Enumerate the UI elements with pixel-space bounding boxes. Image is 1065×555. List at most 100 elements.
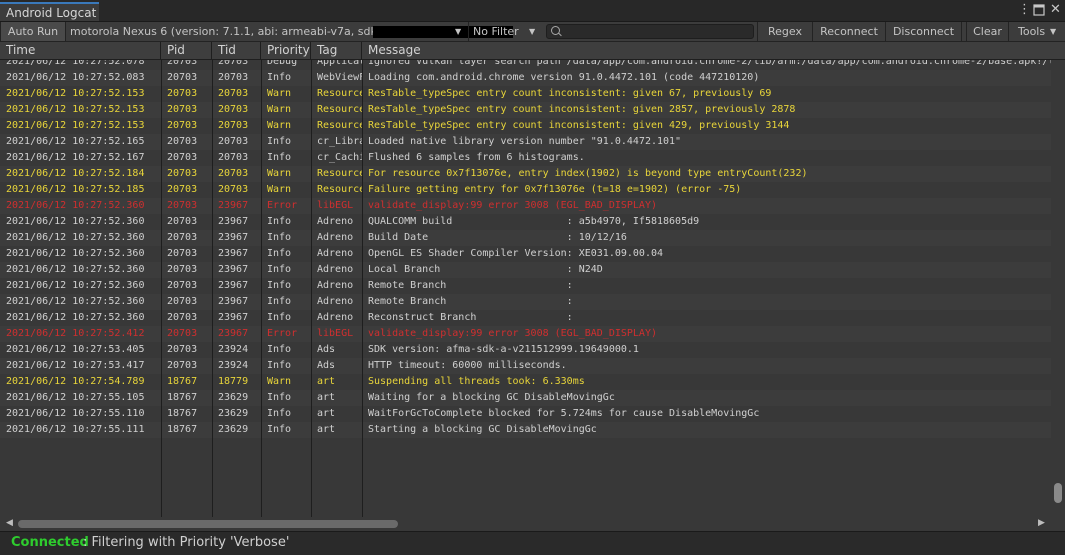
- log-row[interactable]: 2021/06/12 10:27:52.153 20703 20703 Warn Res…: [0, 86, 1051, 102]
- tools-dropdown[interactable]: Tools ▼: [1009, 22, 1065, 41]
- log-row[interactable]: 2021/06/12 10:27:53.417 20703 23924 Info Ads…: [0, 358, 1051, 374]
- log-row[interactable]: 2021/06/12 10:27:52.165 20703 20703 Info cr_…: [0, 134, 1051, 150]
- message-cell: HTTP timeout: 60000 milliseconds.: [368, 360, 567, 371]
- log-row[interactable]: 2021/06/12 10:27:52.360 20703 23967 Info Adr…: [0, 278, 1051, 294]
- log-row[interactable]: 2021/06/12 10:27:53.405 20703 23924 Info Ads…: [0, 342, 1051, 358]
- regex-button[interactable]: Regex: [757, 22, 813, 41]
- column-header-message[interactable]: Message: [362, 42, 1065, 59]
- message-cell: Build Date : 10/12/16: [368, 232, 627, 243]
- tid-cell: 23629: [218, 392, 249, 403]
- pid-cell: 20703: [167, 200, 198, 211]
- scroll-left-arrow-icon[interactable]: ◀: [6, 518, 13, 528]
- priority-cell: Warn: [267, 376, 292, 387]
- log-row[interactable]: 2021/06/12 10:27:55.105 18767 23629 Info art…: [0, 390, 1051, 406]
- priority-cell: Info: [267, 392, 292, 403]
- time-cell: 2021/06/12 10:27:53.417: [6, 360, 145, 371]
- log-row[interactable]: 2021/06/12 10:27:52.184 20703 20703 Warn Res…: [0, 166, 1051, 182]
- log-row[interactable]: 2021/06/12 10:27:52.360 20703 23967 Error li…: [0, 198, 1051, 214]
- scroll-right-arrow-icon[interactable]: ▶: [1038, 518, 1045, 528]
- log-row[interactable]: 2021/06/12 10:27:55.111 18767 23629 Info art…: [0, 422, 1051, 438]
- close-icon[interactable]: ✕: [1050, 2, 1061, 18]
- pid-cell: 20703: [167, 120, 198, 131]
- status-bar: Connected : Filtering with Priority 'Ver…: [0, 531, 1065, 555]
- column-header-time[interactable]: Time: [0, 42, 161, 59]
- horizontal-scrollbar[interactable]: ◀ ▶: [0, 517, 1051, 531]
- message-cell: Ignored Vulkan layer search path /data/a…: [368, 60, 1051, 67]
- log-row[interactable]: 2021/06/12 10:27:52.153 20703 20703 Warn Res…: [0, 118, 1051, 134]
- priority-cell: Info: [267, 136, 292, 147]
- tag-cell: Resource: [317, 120, 362, 131]
- device-dropdown[interactable]: motorola Nexus 6 (version: 7.1.1, abi: a…: [67, 22, 513, 41]
- horizontal-scroll-thumb[interactable]: [18, 520, 398, 528]
- kebab-menu-icon[interactable]: ⋮: [1018, 2, 1031, 18]
- tag-cell: Adreno: [317, 216, 354, 227]
- message-cell: Loaded native library version number "91…: [368, 136, 682, 147]
- log-row[interactable]: 2021/06/12 10:27:52.360 20703 23967 Info Adr…: [0, 294, 1051, 310]
- tid-cell: 20703: [218, 72, 249, 83]
- reconnect-button[interactable]: Reconnect: [813, 22, 886, 41]
- log-row[interactable]: 2021/06/12 10:27:52.167 20703 20703 Info cr_…: [0, 150, 1051, 166]
- column-header-tid[interactable]: Tid: [212, 42, 261, 59]
- tid-cell: 23629: [218, 408, 249, 419]
- auto-run-button[interactable]: Auto Run: [0, 22, 66, 41]
- priority-cell: Error: [267, 200, 298, 211]
- log-row[interactable]: 2021/06/12 10:27:52.360 20703 23967 Info Adr…: [0, 310, 1051, 326]
- tag-cell: Resource: [317, 168, 362, 179]
- column-header-priority[interactable]: Priority: [261, 42, 311, 59]
- maximize-icon[interactable]: [1033, 2, 1045, 21]
- time-cell: 2021/06/12 10:27:54.789: [6, 376, 145, 387]
- time-cell: 2021/06/12 10:27:52.412: [6, 328, 145, 339]
- time-cell: 2021/06/12 10:27:52.153: [6, 104, 145, 115]
- tag-cell: Resource: [317, 104, 362, 115]
- priority-cell: Info: [267, 248, 292, 259]
- message-cell: Failure getting entry for 0x7f13076e (t=…: [368, 184, 742, 195]
- tid-cell: 23967: [218, 200, 249, 211]
- priority-cell: Warn: [267, 184, 292, 195]
- log-row[interactable]: 2021/06/12 10:27:52.412 20703 23967 Error li…: [0, 326, 1051, 342]
- vertical-scrollbar[interactable]: [1051, 60, 1065, 517]
- column-header-tag[interactable]: Tag: [311, 42, 362, 59]
- tools-label: Tools: [1018, 25, 1046, 38]
- vertical-scroll-thumb[interactable]: [1054, 483, 1062, 503]
- pid-cell: 20703: [167, 360, 198, 371]
- title-bar: Android Logcat ⋮ ✕: [0, 0, 1065, 22]
- time-cell: 2021/06/12 10:27:55.111: [6, 424, 145, 435]
- pid-cell: 20703: [167, 232, 198, 243]
- column-header-pid[interactable]: Pid: [161, 42, 212, 59]
- log-row[interactable]: 2021/06/12 10:27:52.153 20703 20703 Warn Res…: [0, 102, 1051, 118]
- search-field[interactable]: [546, 24, 754, 39]
- message-cell: Remote Branch :: [368, 296, 573, 307]
- clear-button[interactable]: Clear: [966, 22, 1009, 41]
- priority-cell: Info: [267, 232, 292, 243]
- message-cell: Starting a blocking GC DisableMovingGc: [368, 424, 597, 435]
- logcat-tab[interactable]: Android Logcat: [0, 2, 99, 21]
- tid-cell: 20703: [218, 60, 249, 67]
- search-input[interactable]: [563, 25, 751, 38]
- log-row[interactable]: 2021/06/12 10:27:52.083 20703 20703 Info Web…: [0, 70, 1051, 86]
- chevron-down-icon: ▼: [529, 27, 536, 36]
- time-cell: 2021/06/12 10:27:53.405: [6, 344, 145, 355]
- log-row[interactable]: 2021/06/12 10:27:52.078 20703 20703 Debug Ap…: [0, 60, 1051, 70]
- tid-cell: 23629: [218, 424, 249, 435]
- tag-cell: Adreno: [317, 312, 354, 323]
- tid-cell: 23924: [218, 360, 249, 371]
- priority-cell: Info: [267, 424, 292, 435]
- time-cell: 2021/06/12 10:27:52.078: [6, 60, 145, 67]
- log-row[interactable]: 2021/06/12 10:27:55.110 18767 23629 Info art…: [0, 406, 1051, 422]
- log-row[interactable]: 2021/06/12 10:27:52.360 20703 23967 Info Adr…: [0, 230, 1051, 246]
- log-row[interactable]: 2021/06/12 10:27:52.360 20703 23967 Info Adr…: [0, 246, 1051, 262]
- priority-cell: Info: [267, 72, 292, 83]
- message-cell: validate_display:99 error 3008 (EGL_BAD_…: [368, 328, 657, 339]
- disconnect-button[interactable]: Disconnect: [886, 22, 962, 41]
- log-list[interactable]: 2021/06/12 10:27:52.078 20703 20703 Debug Ap…: [0, 60, 1051, 517]
- message-cell: WaitForGcToComplete blocked for 5.724ms …: [368, 408, 760, 419]
- priority-cell: Warn: [267, 168, 292, 179]
- filter-dropdown[interactable]: No Filter ▼: [468, 22, 542, 41]
- log-row[interactable]: 2021/06/12 10:27:52.360 20703 23967 Info Adr…: [0, 214, 1051, 230]
- message-cell: Flushed 6 samples from 6 histograms.: [368, 152, 585, 163]
- tid-cell: 20703: [218, 120, 249, 131]
- log-row[interactable]: 2021/06/12 10:27:54.789 18767 18779 Warn art…: [0, 374, 1051, 390]
- priority-cell: Warn: [267, 88, 292, 99]
- log-row[interactable]: 2021/06/12 10:27:52.360 20703 23967 Info Adr…: [0, 262, 1051, 278]
- log-row[interactable]: 2021/06/12 10:27:52.185 20703 20703 Warn Res…: [0, 182, 1051, 198]
